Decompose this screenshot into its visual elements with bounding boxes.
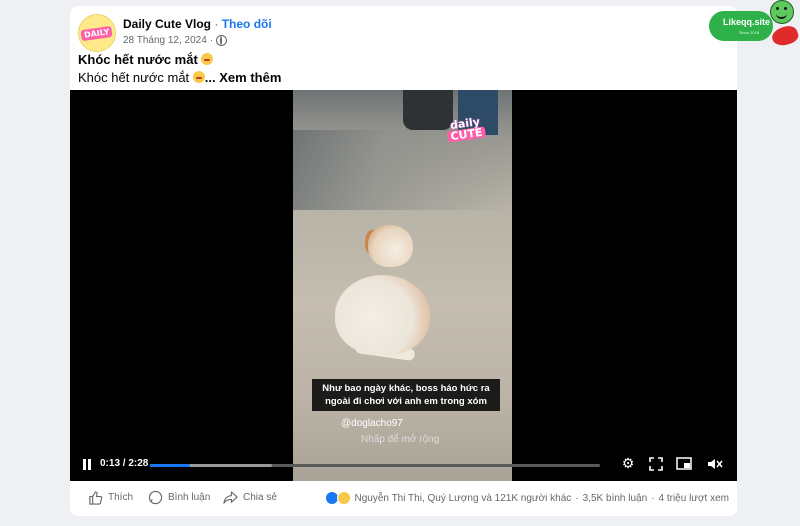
- video-handle: @doglacho97: [341, 418, 403, 429]
- seek-progress: [150, 464, 190, 467]
- post-title: Khóc hết nước mắt: [78, 52, 214, 67]
- fullscreen-icon[interactable]: [647, 455, 665, 473]
- follow-button[interactable]: Theo dõi: [222, 17, 272, 31]
- video-caption: Như bao ngày khác, boss háo hức ra ngoài…: [312, 379, 500, 411]
- seek-bar[interactable]: [150, 464, 600, 467]
- watermark-text: Likeqq.site: [723, 17, 771, 27]
- haha-reaction-icon: [336, 491, 351, 505]
- separator: ·: [651, 492, 655, 504]
- post-footer: Thích Bình luận Chia sẻ Nguyễn Thi Thi, …: [70, 481, 737, 516]
- settings-icon[interactable]: ⚙: [619, 455, 637, 473]
- watermark-mouth-icon: [769, 23, 800, 49]
- reactions-summary[interactable]: Nguyễn Thi Thi, Quý Lượng và 121K người …: [325, 491, 730, 505]
- watermark-badge: Likeqq.site Since 2018: [709, 11, 773, 41]
- post-timestamp[interactable]: 28 Tháng 12, 2024: [123, 35, 207, 46]
- like-icon: [89, 491, 103, 505]
- comment-count[interactable]: 3,5K bình luận: [583, 493, 648, 504]
- crying-emoji-icon: [201, 53, 214, 65]
- page-avatar[interactable]: DAILY: [78, 14, 116, 52]
- expand-hint[interactable]: Nhấp để mở rộng: [361, 434, 439, 445]
- globe-icon: [216, 35, 228, 46]
- separator: ·: [214, 17, 219, 31]
- like-button[interactable]: Thích: [88, 490, 133, 505]
- post-meta: 28 Tháng 12, 2024 ·: [123, 35, 228, 46]
- see-more-link[interactable]: ... Xem thêm: [205, 70, 282, 85]
- post-description-text: Khóc hết nước mắt: [78, 70, 190, 85]
- video-time: 0:13 / 2:28: [100, 458, 149, 469]
- video-player[interactable]: daily CUTE Như bao ngày khác, boss háo h…: [70, 90, 737, 481]
- comment-label: Bình luận: [168, 492, 211, 503]
- like-reaction-icon: [325, 492, 338, 504]
- comment-icon: [148, 490, 163, 505]
- post-card: DAILY Daily Cute Vlog · Theo dõi 28 Thán…: [70, 6, 737, 516]
- dog-body: [335, 275, 430, 355]
- post-description: Khóc hết nước mắt ... Xem thêm: [78, 70, 281, 85]
- watermark-sub: Since 2018: [739, 30, 760, 35]
- dog-head: [368, 225, 413, 267]
- separator: ·: [209, 35, 214, 46]
- share-button[interactable]: Chia sẻ: [223, 490, 277, 505]
- author-name[interactable]: Daily Cute Vlog: [123, 17, 211, 31]
- crying-emoji-icon: [192, 71, 205, 83]
- mute-icon[interactable]: [706, 455, 724, 473]
- pip-icon[interactable]: [675, 455, 693, 473]
- reactors-text[interactable]: Nguyễn Thi Thi, Quý Lượng và 121K người …: [355, 493, 572, 504]
- post-title-text: Khóc hết nước mắt: [78, 52, 198, 67]
- separator: ·: [575, 492, 579, 504]
- smiley-icon: [770, 0, 794, 24]
- share-label: Chia sẻ: [243, 492, 277, 503]
- author-line: Daily Cute Vlog · Theo dõi: [123, 17, 272, 31]
- comment-button[interactable]: Bình luận: [148, 490, 210, 505]
- like-label: Thích: [108, 492, 134, 503]
- pause-icon[interactable]: [82, 459, 92, 471]
- video-logo-line2: CUTE: [446, 126, 487, 143]
- view-count: 4 triệu lượt xem: [658, 492, 730, 504]
- share-icon: [223, 491, 238, 504]
- avatar-logo-text: DAILY: [80, 25, 114, 41]
